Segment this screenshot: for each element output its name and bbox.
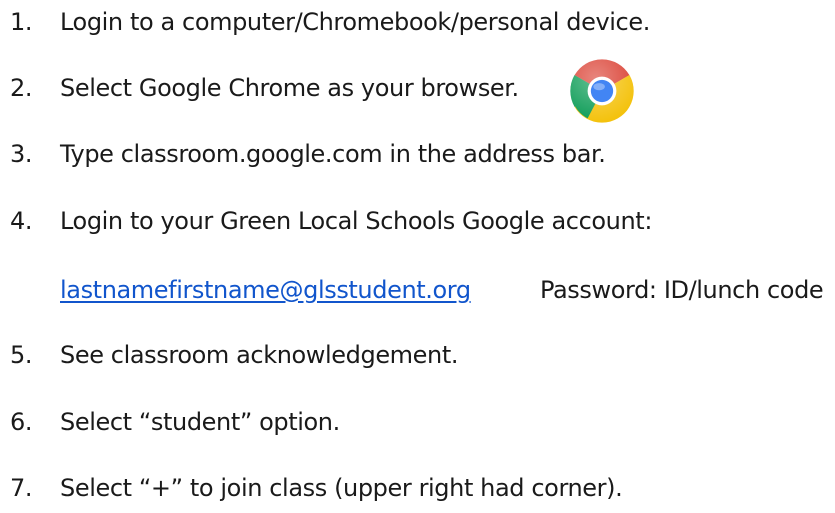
step-number: 2. [10, 74, 33, 102]
step-number: 4. [10, 207, 33, 235]
password-hint: Password: ID/lunch code [540, 276, 824, 304]
chrome-logo-icon [570, 59, 634, 123]
login-credentials: lastnamefirstname@glsstudent.org Passwor… [60, 275, 824, 305]
step-text: See classroom acknowledgement. [60, 341, 459, 369]
step-number: 1. [10, 8, 33, 36]
step-text: Select “student” option. [60, 408, 340, 436]
step-number: 7. [10, 474, 33, 502]
email-link[interactable]: lastnamefirstname@glsstudent.org [60, 276, 471, 304]
step-number: 5. [10, 341, 33, 369]
step-text: Select “+” to join class (upper right ha… [60, 474, 623, 502]
step-number: 6. [10, 408, 33, 436]
step-text: Type classroom.google.com in the address… [60, 140, 606, 168]
step-text: Login to your Green Local Schools Google… [60, 207, 653, 235]
step-number: 3. [10, 140, 33, 168]
step-text: Login to a computer/Chromebook/personal … [60, 8, 650, 36]
step-text: Select Google Chrome as your browser. [60, 74, 519, 102]
